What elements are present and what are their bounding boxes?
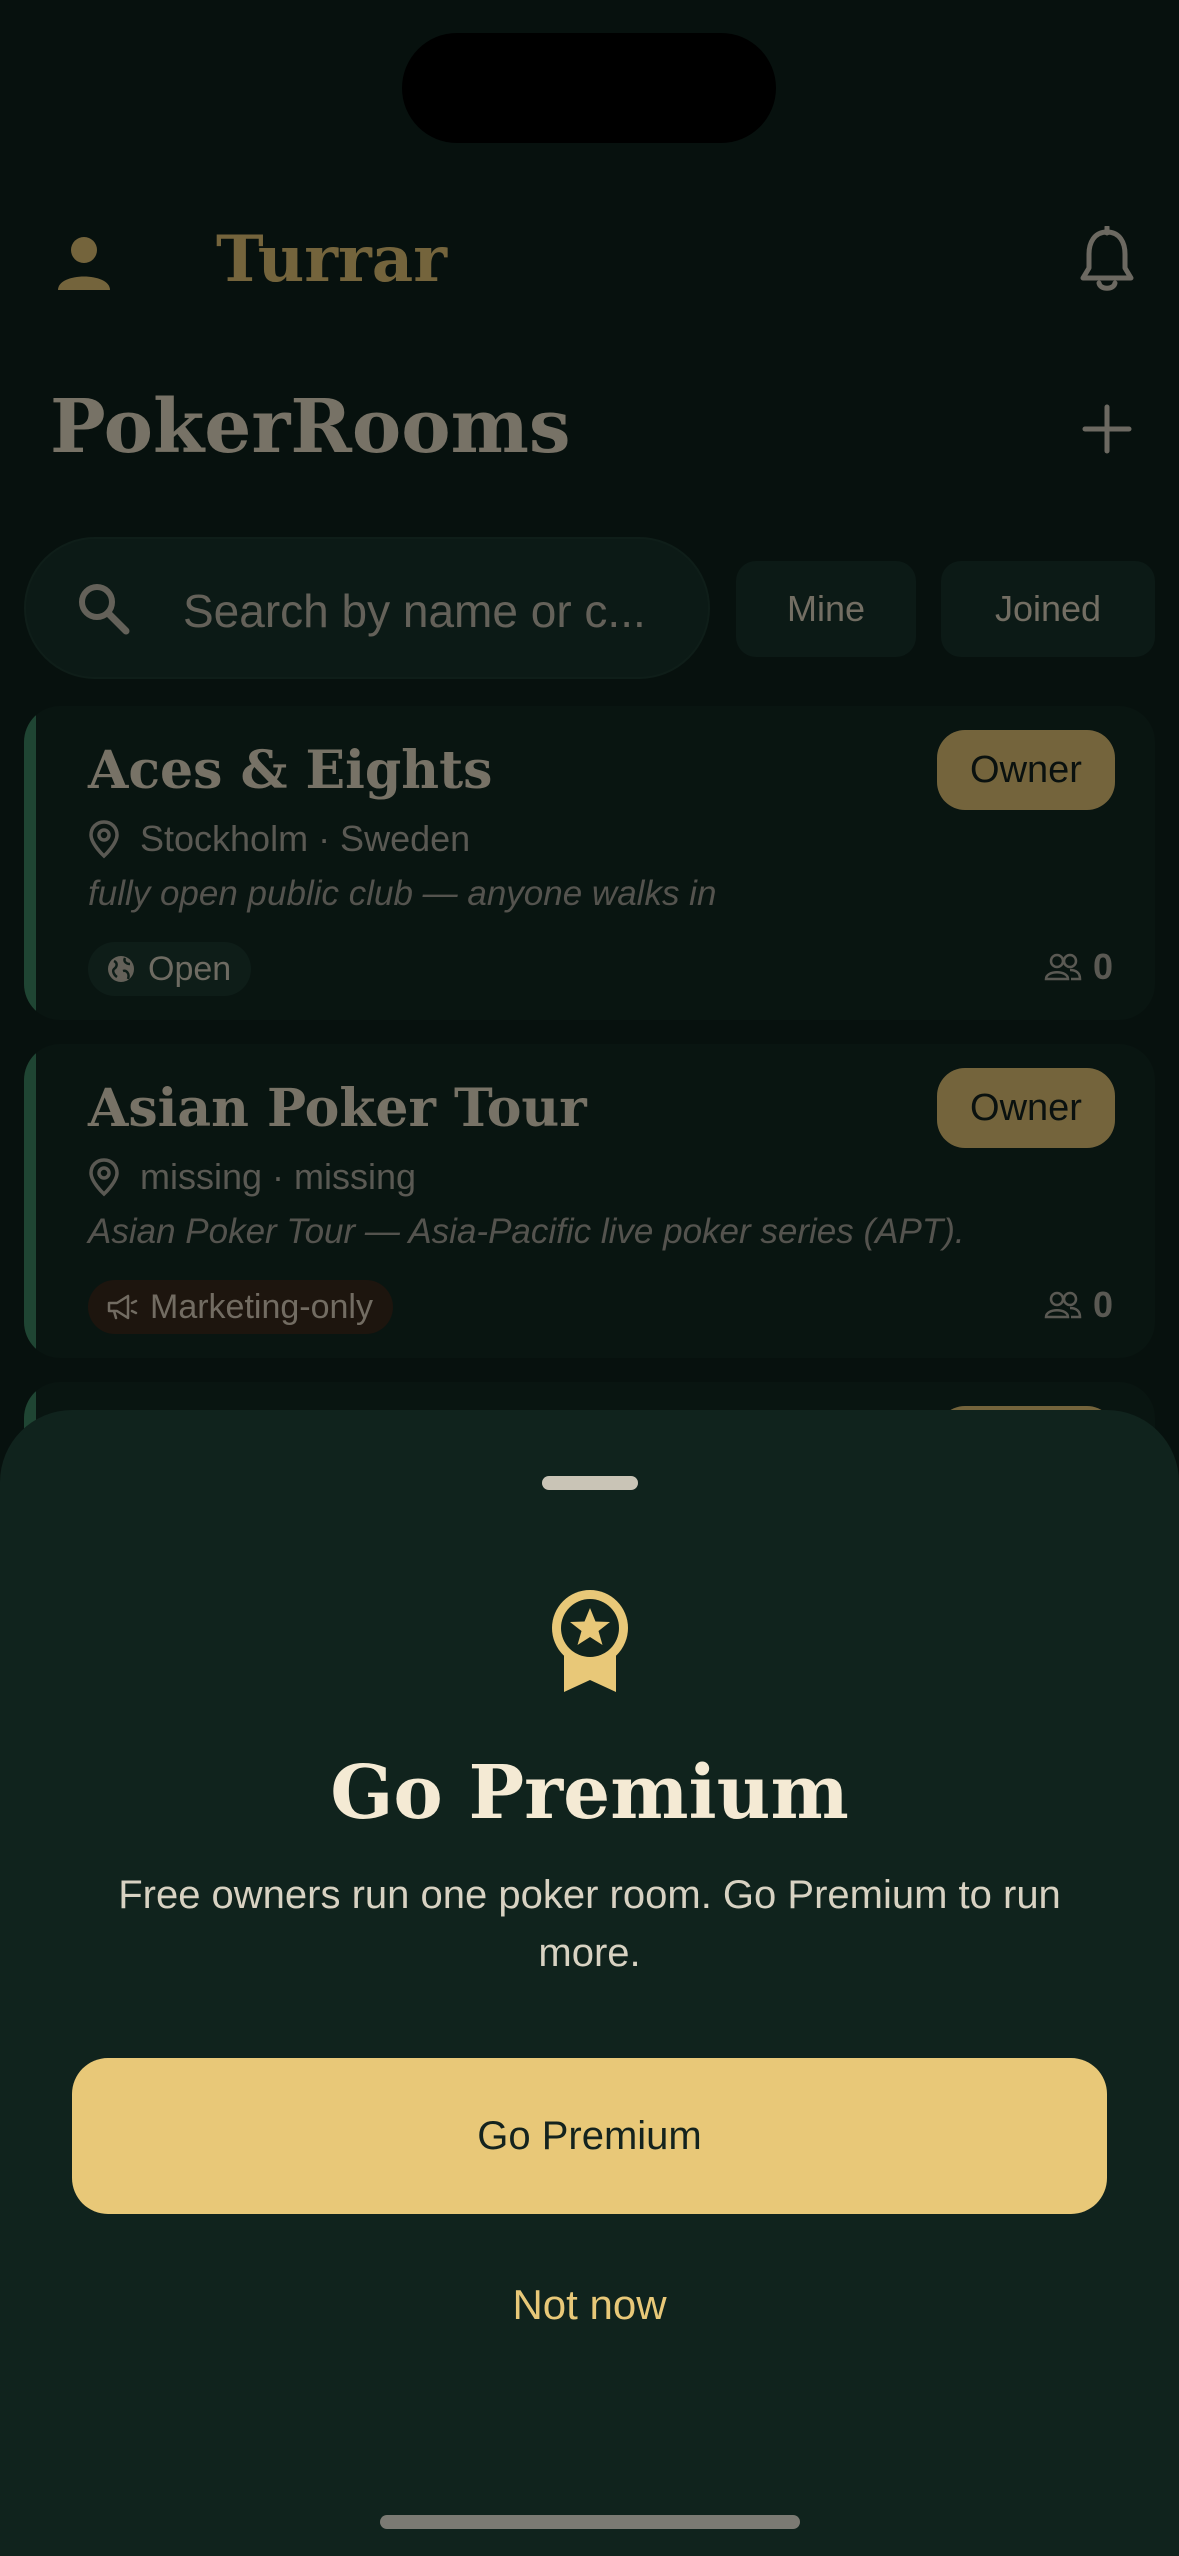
sheet-title: Go Premium [330,1750,849,1836]
premium-sheet: Go Premium Free owners run one poker roo… [0,1410,1179,2556]
sheet-grabber[interactable] [542,1476,638,1490]
sheet-message: Free owners run one poker room. Go Premi… [118,1873,1061,1975]
not-now-button[interactable]: Not now [0,2280,1179,2330]
home-indicator[interactable] [380,2515,800,2529]
award-ribbon-icon [552,1590,628,1692]
go-premium-button[interactable]: Go Premium [72,2058,1107,2214]
